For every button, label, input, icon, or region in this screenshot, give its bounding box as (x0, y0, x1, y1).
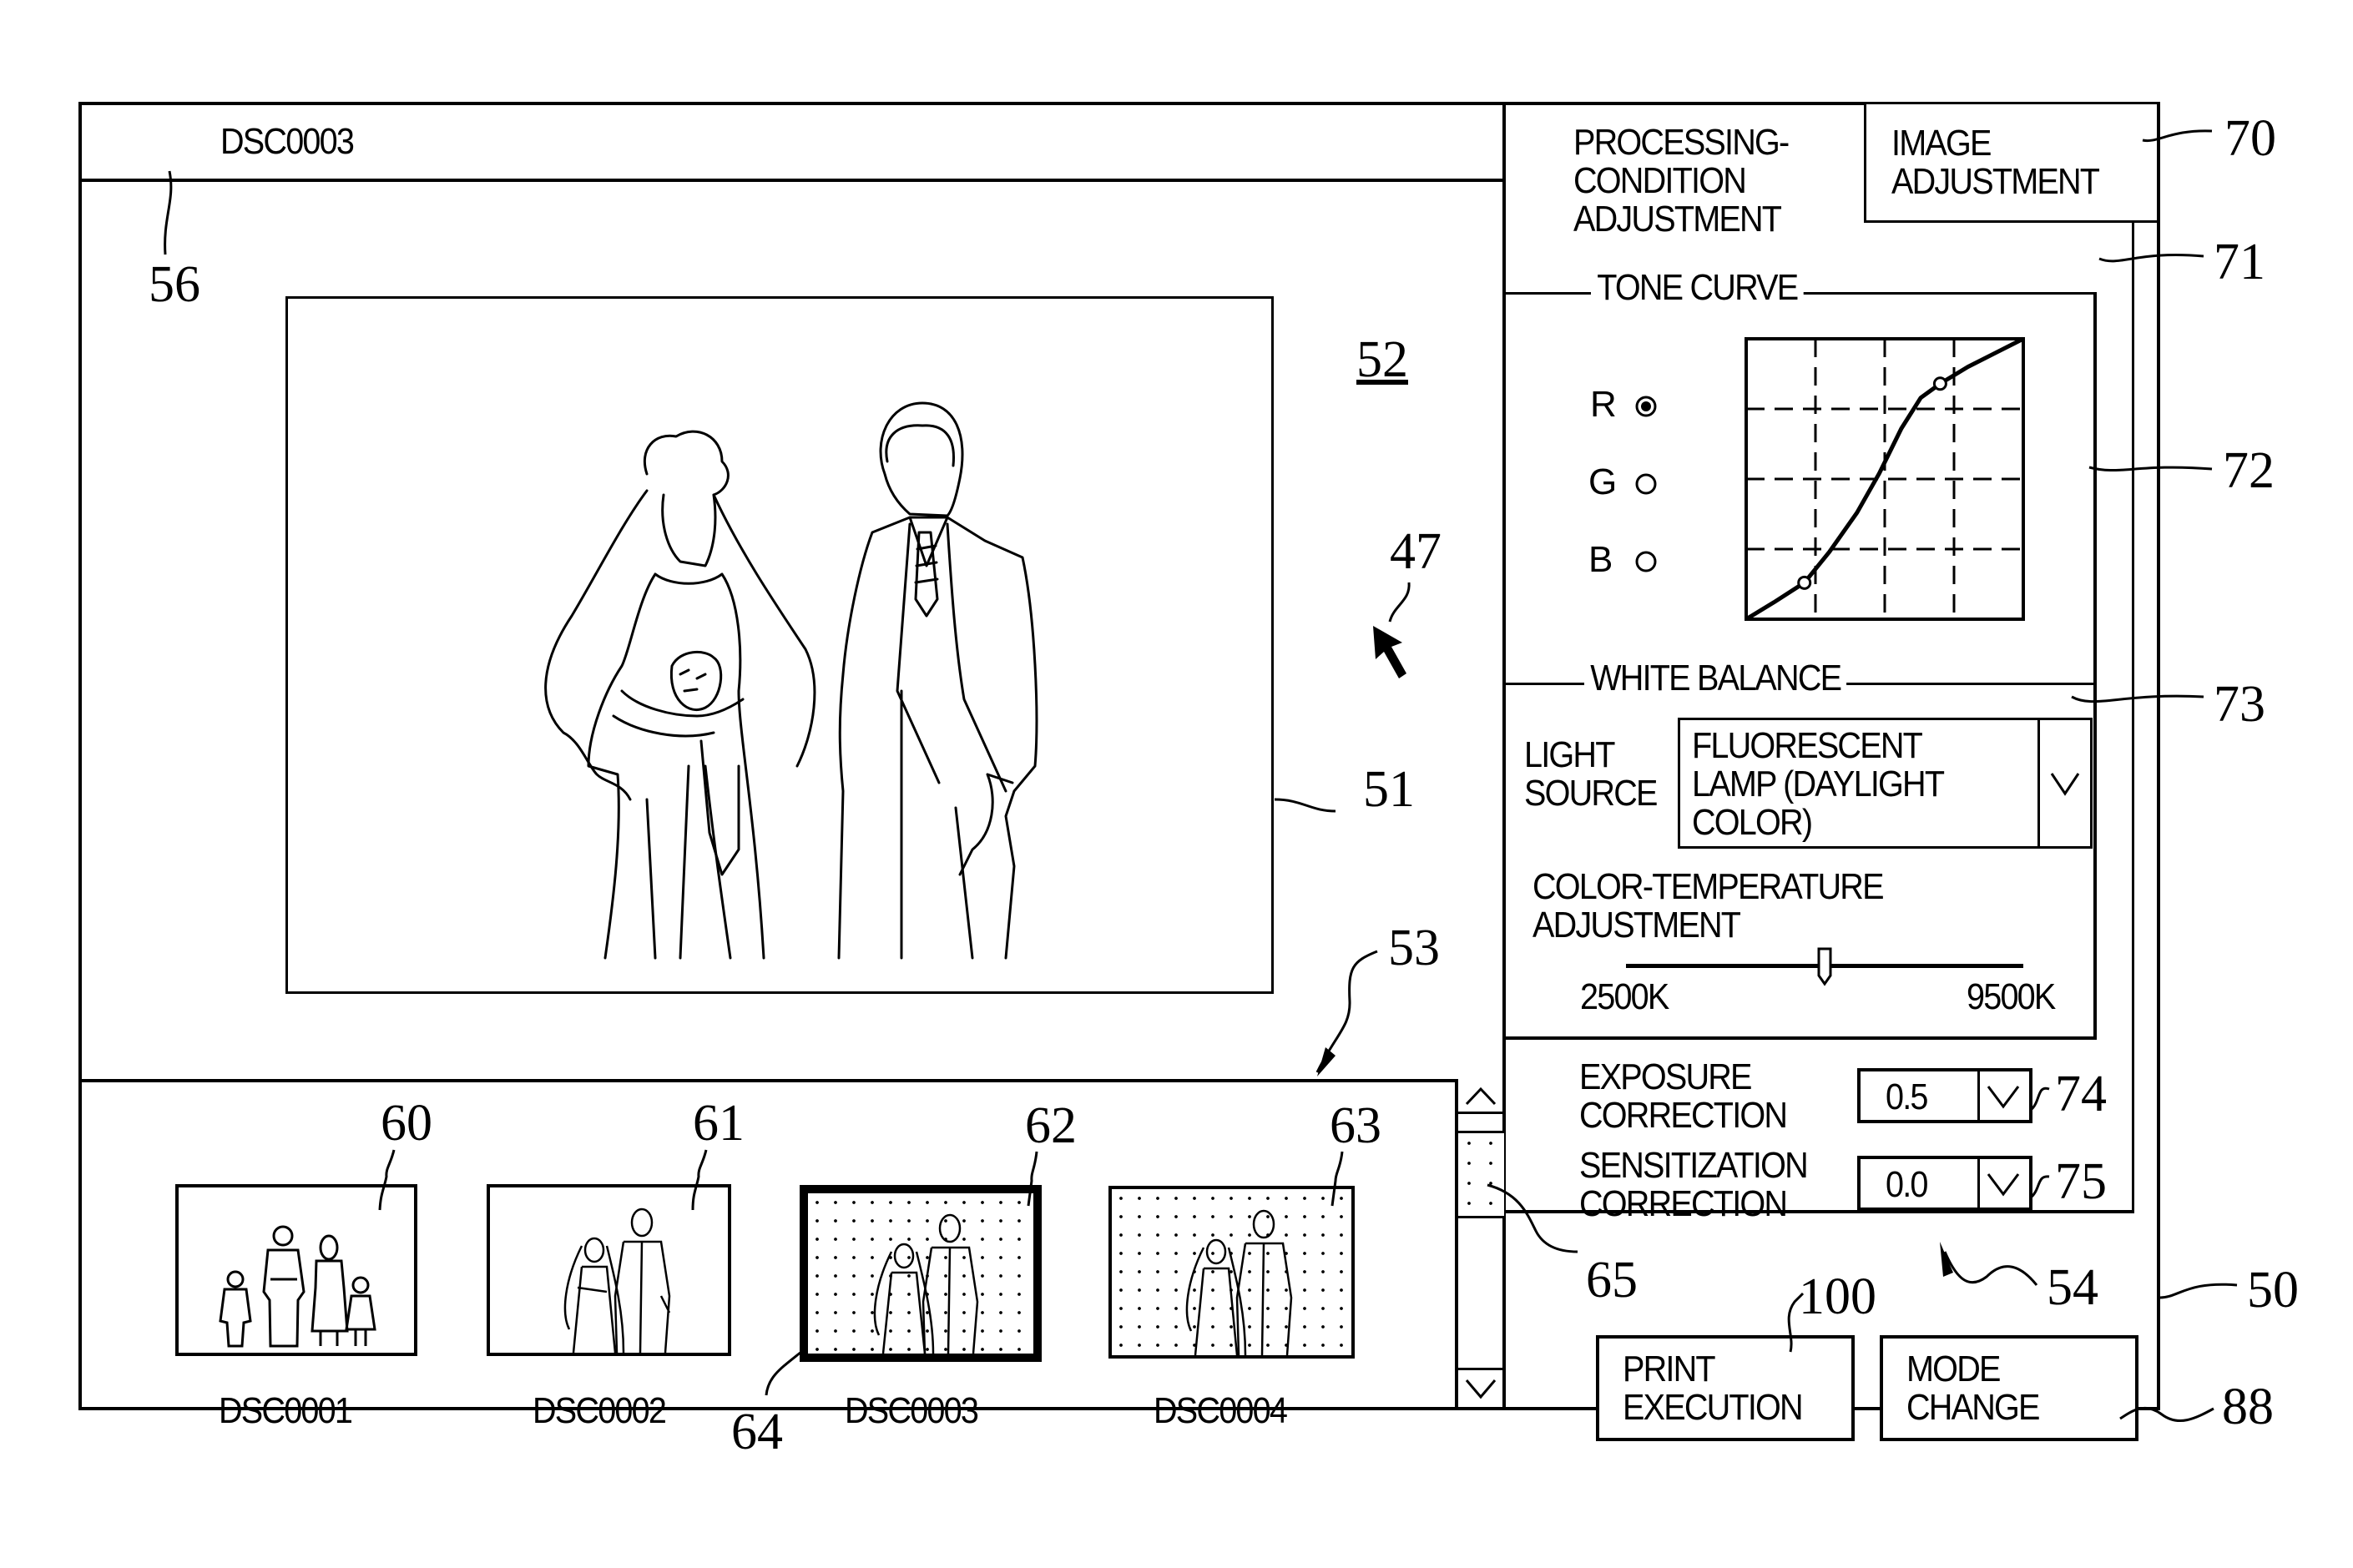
ref-numeral-100: 100 (1799, 1268, 1876, 1325)
ref-numeral-70: 70 (2224, 110, 2276, 167)
ref-numeral-56: 56 (149, 256, 200, 313)
ref-numeral-88: 88 (2222, 1379, 2274, 1435)
bride-face (661, 493, 717, 567)
mode-change-button[interactable]: MODE CHANGE (1880, 1335, 2138, 1441)
groom-hair (885, 424, 956, 467)
ref-numeral-52: 52 (1356, 331, 1408, 388)
channel-radio-r[interactable]: R (1590, 384, 1657, 425)
chevron-down-icon (1987, 1086, 2020, 1109)
ref-numeral-51: 51 (1363, 761, 1415, 818)
tone-curve-control-point[interactable] (1797, 575, 1812, 590)
thumbnail-dsc0003[interactable] (800, 1185, 1042, 1362)
channel-radio-g[interactable]: G (1588, 461, 1657, 502)
chevron-up-icon (1465, 1087, 1497, 1106)
ref-numeral-62: 62 (1025, 1097, 1077, 1154)
tone-curve-control-point[interactable] (1932, 376, 1947, 391)
sensitization-correction-label: SENSITIZATION CORRECTION (1579, 1145, 1809, 1224)
ref-numeral-63: 63 (1330, 1097, 1381, 1154)
ref-numeral-75: 75 (2055, 1153, 2107, 1210)
preview-image (544, 401, 1038, 960)
ref-numeral-61: 61 (693, 1095, 745, 1152)
exposure-correction-field[interactable]: 0.5 (1857, 1068, 2032, 1123)
tone-curve-title: TONE CURVE (1591, 269, 1804, 307)
thumbnail-label-dsc0004: DSC0004 (1154, 1390, 1288, 1431)
tone-curve-chart[interactable] (1743, 335, 2027, 623)
ref-numeral-47: 47 (1390, 523, 1442, 580)
thumbnail-label-dsc0002: DSC0002 (533, 1390, 667, 1431)
sensitization-dropdown-button[interactable] (1977, 1159, 2029, 1208)
ref-numeral-73: 73 (2214, 676, 2265, 733)
white-balance-title: WHITE BALANCE (1584, 659, 1847, 698)
ref-numeral-65: 65 (1586, 1252, 1638, 1308)
scroll-down-button[interactable] (1458, 1368, 1504, 1408)
groom-tie (914, 531, 939, 618)
exposure-dropdown-button[interactable] (1977, 1071, 2029, 1120)
bride-veil (544, 430, 816, 801)
slider-min-label: 2500K (1580, 976, 1669, 1017)
print-execution-label: PRINT EXECUTION (1623, 1349, 1804, 1428)
light-source-label: LIGHT SOURCE (1524, 734, 1658, 814)
radio-unselected-icon (1635, 473, 1657, 495)
thumbnail-dsc0004[interactable] (1108, 1186, 1355, 1359)
bride-sash (699, 739, 740, 876)
radio-unselected-icon (1635, 551, 1657, 572)
thumbnail-dsc0001[interactable] (175, 1184, 417, 1356)
radio-selected-icon (1635, 396, 1657, 417)
scroll-up-button[interactable] (1458, 1079, 1504, 1114)
light-source-value: FLUORESCENT LAMP (DAYLIGHT COLOR) (1692, 725, 1945, 843)
chevron-down-icon (1987, 1173, 2020, 1197)
thumbnail-dsc0002[interactable] (487, 1184, 731, 1356)
color-temperature-slider[interactable] (1626, 947, 2023, 989)
ref-numeral-54: 54 (2047, 1259, 2098, 1316)
tab-image-adjustment-label: IMAGE ADJUSTMENT (1891, 123, 2100, 202)
slider-thumb[interactable] (1816, 947, 1833, 987)
scroll-thumb[interactable] (1458, 1131, 1504, 1218)
chevron-down-icon (1465, 1379, 1497, 1399)
ref-numeral-72: 72 (2223, 442, 2275, 499)
light-source-dropdown[interactable]: FLUORESCENT LAMP (DAYLIGHT COLOR) (1678, 718, 2093, 849)
preview-image-frame[interactable] (285, 296, 1274, 994)
exposure-correction-value: 0.5 (1886, 1076, 1928, 1117)
light-source-dropdown-button[interactable] (2037, 720, 2090, 846)
mouse-cursor-icon (1373, 626, 1406, 678)
leader-50 (2159, 1283, 2238, 1299)
chevron-down-icon (2050, 773, 2080, 796)
channel-radio-b[interactable]: B (1588, 539, 1657, 580)
groom-body (837, 516, 1038, 960)
print-execution-button[interactable]: PRINT EXECUTION (1596, 1335, 1855, 1441)
sensitization-correction-field[interactable]: 0.0 (1857, 1156, 2032, 1211)
ref-numeral-64: 64 (731, 1404, 783, 1460)
thumbnail-image-wedding (873, 1213, 979, 1354)
ref-numeral-50: 50 (2247, 1262, 2299, 1318)
title-bar: DSC0003 (78, 102, 1506, 182)
channel-label-g: G (1588, 461, 1617, 502)
thumbnail-label-dsc0001: DSC0001 (219, 1390, 353, 1431)
sensitization-correction-value: 0.0 (1886, 1164, 1928, 1205)
ref-numeral-53: 53 (1388, 920, 1440, 976)
tab-image-adjustment[interactable]: IMAGE ADJUSTMENT (1864, 102, 2160, 223)
ref-numeral-74: 74 (2055, 1066, 2107, 1122)
slider-max-label: 9500K (1967, 976, 2056, 1017)
bride-bouquet (669, 650, 723, 711)
mode-change-label: MODE CHANGE (1906, 1349, 2040, 1428)
title-bar-label: DSC0003 (220, 121, 355, 162)
thumbnail-image-wedding (563, 1208, 671, 1354)
tab-processing-condition-adjustment[interactable]: PROCESSING- CONDITION ADJUSTMENT (1573, 124, 1790, 239)
channel-label-r: R (1590, 384, 1617, 425)
ref-numeral-60: 60 (381, 1095, 432, 1152)
thumbnail-label-dsc0003: DSC0003 (845, 1390, 979, 1431)
thumbnail-image-family (219, 1225, 376, 1348)
groom-head (879, 401, 964, 517)
color-temperature-label: COLOR-TEMPERATURE ADJUSTMENT (1532, 866, 1884, 945)
ref-numeral-71: 71 (2214, 234, 2265, 290)
exposure-correction-label: EXPOSURE CORRECTION (1579, 1056, 1788, 1136)
thumbnail-image-wedding (1185, 1209, 1293, 1356)
thumbnail-scrollbar[interactable] (1455, 1079, 1504, 1410)
channel-label-b: B (1588, 539, 1613, 580)
